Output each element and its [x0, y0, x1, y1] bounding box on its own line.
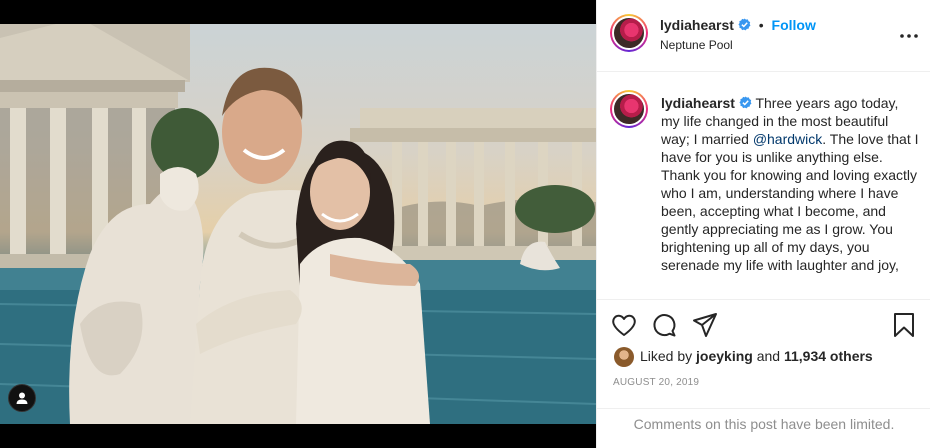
follow-button[interactable]: Follow	[772, 17, 816, 33]
header-separator: •	[758, 17, 764, 33]
post-photo[interactable]	[0, 24, 596, 424]
user-tag-icon	[16, 392, 28, 404]
liker-username[interactable]: joeyking	[696, 348, 753, 364]
caption-mention-link[interactable]: @hardwick	[753, 131, 822, 147]
comment-bubble-icon[interactable]	[650, 311, 678, 339]
paper-plane-icon[interactable]	[691, 311, 719, 339]
author-username[interactable]: lydiahearst	[660, 17, 734, 33]
post-date[interactable]: AUGUST 20, 2019	[613, 377, 699, 388]
more-options-icon[interactable]	[899, 26, 919, 46]
author-avatar[interactable]	[610, 14, 648, 52]
caption-author-avatar[interactable]	[610, 90, 648, 128]
post-media-container	[0, 0, 596, 448]
caption-text-after: . The love that I have for you is unlike…	[661, 131, 919, 273]
likes-text: Liked by joeyking and 11,934 others	[640, 348, 873, 364]
caption-area: lydiahearst Three years ago today, my li…	[597, 73, 930, 299]
caption: lydiahearst Three years ago today, my li…	[661, 94, 919, 274]
liker-avatar[interactable]	[614, 347, 634, 367]
comments-limited-notice: Comments on this post have been limited.	[597, 408, 930, 448]
post-photo-illustration	[0, 24, 596, 424]
post-side-panel: lydiahearst • Follow Neptune Pool lydiah…	[596, 0, 930, 448]
author-username-row: lydiahearst • Follow	[660, 17, 816, 33]
user-tag-button[interactable]	[8, 384, 36, 412]
verified-badge-icon	[738, 18, 751, 31]
post-header: lydiahearst • Follow Neptune Pool	[597, 0, 930, 72]
heart-icon[interactable]	[610, 311, 638, 339]
caption-verified-badge-icon	[739, 96, 752, 109]
likes-prefix: Liked by	[640, 348, 697, 364]
post-actions-section: Liked by joeyking and 11,934 others AUGU…	[597, 299, 930, 448]
likes-middle: and	[752, 348, 784, 364]
post-location[interactable]: Neptune Pool	[660, 38, 733, 52]
bookmark-icon[interactable]	[890, 311, 918, 339]
likes-count-link[interactable]: 11,934 others	[784, 348, 873, 364]
caption-username[interactable]: lydiahearst	[661, 95, 735, 111]
